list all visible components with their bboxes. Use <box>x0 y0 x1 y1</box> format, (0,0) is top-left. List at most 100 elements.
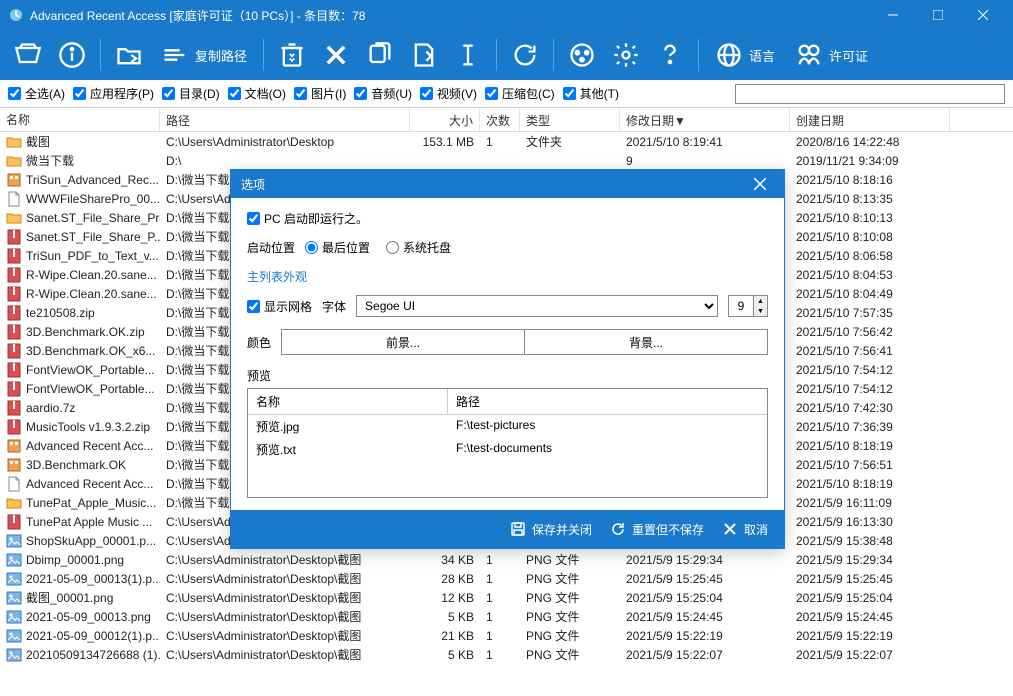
language-button[interactable]: 语言 <box>707 41 783 69</box>
header-name[interactable]: 名称 <box>0 108 160 131</box>
table-row[interactable]: 截图C:\Users\Administrator\Desktop153.1 MB… <box>0 132 1013 151</box>
folder-icon <box>6 495 22 511</box>
img-icon <box>6 552 22 568</box>
img-icon <box>6 628 22 644</box>
dialog-titlebar: 选项 <box>231 170 784 198</box>
zip-icon <box>6 419 22 435</box>
filter-audio[interactable]: 音频(U) <box>354 85 412 102</box>
folder-icon <box>6 134 22 150</box>
table-row[interactable]: 2021-05-09_00013(1).p...C:\Users\Adminis… <box>0 569 1013 588</box>
refresh-button[interactable] <box>505 35 545 75</box>
info-button[interactable] <box>52 35 92 75</box>
table-row[interactable]: 微当下载D:\92019/11/21 9:34:09 <box>0 151 1013 170</box>
img-icon <box>6 533 22 549</box>
help-button[interactable] <box>650 35 690 75</box>
zip-icon <box>6 229 22 245</box>
filter-images[interactable]: 图片(I) <box>294 85 346 102</box>
img-icon <box>6 571 22 587</box>
search-input[interactable] <box>735 84 1005 104</box>
header-count[interactable]: 次数 <box>480 108 520 131</box>
language-label: 语言 <box>749 46 775 65</box>
start-pos-tray-radio[interactable]: 系统托盘 <box>386 239 451 256</box>
cancel-button[interactable]: 取消 <box>722 521 768 538</box>
start-pos-last-radio[interactable]: 最后位置 <box>305 239 370 256</box>
copy-path-button[interactable]: 复制路径 <box>153 41 255 69</box>
preview-box: 名称 路径 预览.jpgF:\test-pictures预览.txtF:\tes… <box>247 388 768 498</box>
header-type[interactable]: 类型 <box>520 108 620 131</box>
toolbar: 复制路径 语言 许可证 <box>0 30 1013 80</box>
font-size-input[interactable] <box>729 296 753 316</box>
font-size-spinner[interactable]: ▲▼ <box>728 295 768 317</box>
preview-row: 预览.txtF:\test-documents <box>248 438 767 461</box>
font-select[interactable]: Segoe UI <box>356 295 718 317</box>
app-icon <box>8 7 24 23</box>
header-path[interactable]: 路径 <box>160 108 410 131</box>
foreground-button[interactable]: 前景... <box>281 329 525 355</box>
filter-applications[interactable]: 应用程序(P) <box>73 85 154 102</box>
show-grid-checkbox[interactable]: 显示网格 <box>247 298 312 315</box>
zip-icon <box>6 400 22 416</box>
table-row[interactable]: 20210509134726688 (1)...C:\Users\Adminis… <box>0 645 1013 664</box>
spinner-up[interactable]: ▲ <box>754 296 767 306</box>
theme-button[interactable] <box>562 35 602 75</box>
font-label: 字体 <box>322 298 346 315</box>
zip-icon <box>6 305 22 321</box>
delete-button[interactable] <box>316 35 356 75</box>
filterbar: 全选(A) 应用程序(P) 目录(D) 文档(O) 图片(I) 音频(U) 视频… <box>0 80 1013 108</box>
zip-icon <box>6 514 22 530</box>
folder-icon <box>6 153 22 169</box>
copy-path-label: 复制路径 <box>195 46 247 65</box>
zip-icon <box>6 248 22 264</box>
window-title: Advanced Recent Access [家庭许可证（10 PCs）] -… <box>30 7 870 24</box>
filter-select-all[interactable]: 全选(A) <box>8 85 65 102</box>
zip-icon <box>6 324 22 340</box>
filter-directories[interactable]: 目录(D) <box>162 85 220 102</box>
spinner-down[interactable]: ▼ <box>754 306 767 316</box>
copy-button[interactable] <box>360 35 400 75</box>
filter-compressed[interactable]: 压缩包(C) <box>485 85 555 102</box>
options-dialog: 选项 PC 启动即运行之。 启动位置 最后位置 系统托盘 主列表外观 显示网格 … <box>230 169 785 549</box>
rename-button[interactable] <box>448 35 488 75</box>
minimize-button[interactable] <box>870 0 915 30</box>
table-row[interactable]: 2021-05-09_00013.pngC:\Users\Administrat… <box>0 607 1013 626</box>
header-created[interactable]: 创建日期 <box>790 108 950 131</box>
column-headers: 名称 路径 大小 次数 类型 修改日期▼ 创建日期 <box>0 108 1013 132</box>
open-button[interactable] <box>8 35 48 75</box>
filter-other[interactable]: 其他(T) <box>563 85 619 102</box>
close-button[interactable] <box>960 0 1005 30</box>
move-button[interactable] <box>404 35 444 75</box>
section-heading: 主列表外观 <box>247 268 768 285</box>
table-row[interactable]: Dbimp_00001.pngC:\Users\Administrator\De… <box>0 550 1013 569</box>
file-icon <box>6 476 22 492</box>
table-row[interactable]: 截图_00001.pngC:\Users\Administrator\Deskt… <box>0 588 1013 607</box>
preview-row: 预览.jpgF:\test-pictures <box>248 415 767 438</box>
dialog-close-button[interactable] <box>746 170 774 198</box>
titlebar: Advanced Recent Access [家庭许可证（10 PCs）] -… <box>0 0 1013 30</box>
settings-button[interactable] <box>606 35 646 75</box>
license-button[interactable]: 许可证 <box>787 41 876 69</box>
zip-icon <box>6 343 22 359</box>
maximize-button[interactable] <box>915 0 960 30</box>
license-label: 许可证 <box>829 46 868 65</box>
img-icon <box>6 590 22 606</box>
open-folder-button[interactable] <box>109 35 149 75</box>
folder-icon <box>6 210 22 226</box>
dialog-title: 选项 <box>241 176 746 193</box>
zip-icon <box>6 381 22 397</box>
run-on-startup-checkbox[interactable]: PC 启动即运行之。 <box>247 210 368 227</box>
header-size[interactable]: 大小 <box>410 108 480 131</box>
color-label: 颜色 <box>247 334 271 351</box>
file-icon <box>6 191 22 207</box>
recycle-button[interactable] <box>272 35 312 75</box>
reset-nosave-button[interactable]: 重置但不保存 <box>610 521 704 538</box>
zip-icon <box>6 267 22 283</box>
filter-video[interactable]: 视频(V) <box>420 85 477 102</box>
preview-header-name: 名称 <box>248 389 448 414</box>
save-close-button[interactable]: 保存并关闭 <box>510 521 592 538</box>
table-row[interactable]: 2021-05-09_00012(1).p...C:\Users\Adminis… <box>0 626 1013 645</box>
header-modified[interactable]: 修改日期▼ <box>620 108 790 131</box>
start-position-label: 启动位置 <box>247 239 295 256</box>
background-button[interactable]: 背景... <box>525 329 768 355</box>
filter-documents[interactable]: 文档(O) <box>228 85 286 102</box>
exe-icon <box>6 457 22 473</box>
